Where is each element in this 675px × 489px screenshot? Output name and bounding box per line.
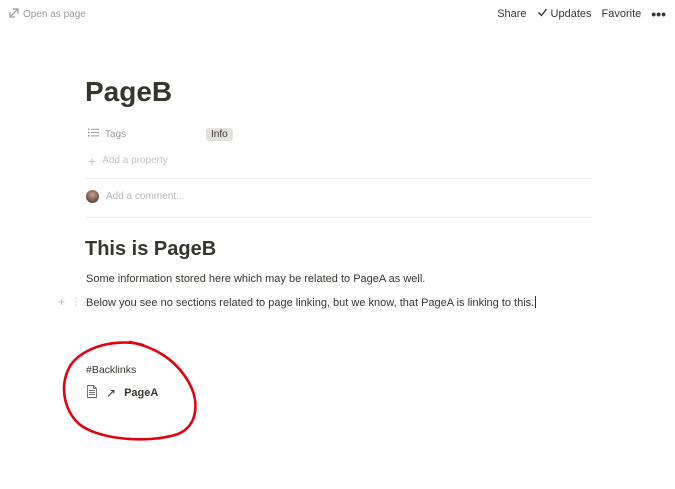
check-icon xyxy=(537,7,548,21)
paragraph-text: Below you see no sections related to pag… xyxy=(86,297,535,309)
add-property-label: Add a property xyxy=(102,155,168,166)
top-actions: Share Updates Favorite ••• xyxy=(497,7,666,21)
backlink-pagea[interactable]: ↗ PageA xyxy=(86,385,158,401)
open-as-page-label: Open as page xyxy=(23,9,86,20)
paragraph-block[interactable]: Below you see no sections related to pag… xyxy=(86,296,537,309)
comment-placeholder: Add a comment... xyxy=(106,191,185,202)
backlinks-label[interactable]: #Backlinks xyxy=(86,364,136,376)
add-property-button[interactable]: + Add a property xyxy=(88,152,168,169)
backlink-title: PageA xyxy=(124,387,159,399)
content-heading[interactable]: This is PageB xyxy=(85,238,216,261)
updates-button[interactable]: Updates xyxy=(537,7,592,21)
updates-label: Updates xyxy=(550,8,592,20)
add-block-icon[interactable]: + xyxy=(58,295,65,309)
page-title[interactable]: PageB xyxy=(85,76,172,108)
block-handle: + ⋮⋮ xyxy=(58,295,90,309)
divider xyxy=(85,178,592,179)
plus-icon: + xyxy=(88,152,97,169)
favorite-button[interactable]: Favorite xyxy=(602,8,642,20)
avatar xyxy=(86,190,99,203)
link-arrow-icon: ↗ xyxy=(106,386,117,400)
share-button[interactable]: Share xyxy=(497,8,526,20)
open-as-page-button[interactable]: Open as page xyxy=(9,8,86,21)
paragraph-block[interactable]: Some information stored here which may b… xyxy=(86,273,425,285)
page-document-icon xyxy=(86,385,98,401)
tag-pill-info[interactable]: Info xyxy=(206,127,233,141)
open-arrow-icon xyxy=(9,8,19,21)
top-bar: Open as page Share Updates Favorite ••• xyxy=(0,0,675,28)
more-options-icon[interactable]: ••• xyxy=(651,7,666,21)
property-tags-name: Tags xyxy=(88,127,206,141)
share-label: Share xyxy=(497,8,527,20)
property-tags[interactable]: Tags Info xyxy=(88,127,233,141)
text-cursor xyxy=(535,296,537,308)
divider xyxy=(85,217,592,218)
add-comment-field[interactable]: Add a comment... xyxy=(86,190,184,203)
property-tags-label: Tags xyxy=(105,128,127,140)
favorite-label: Favorite xyxy=(601,8,642,20)
list-icon xyxy=(88,127,99,141)
